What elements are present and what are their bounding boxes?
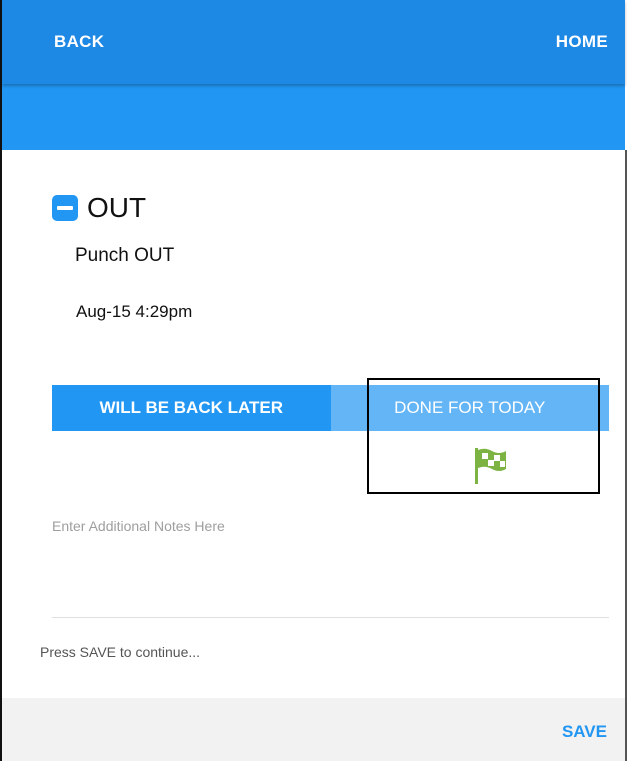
- minus-square-icon: [52, 195, 78, 221]
- save-button[interactable]: SAVE: [562, 722, 607, 742]
- save-hint: Press SAVE to continue...: [40, 644, 201, 660]
- home-button[interactable]: HOME: [556, 32, 608, 52]
- punch-label: Punch OUT: [75, 245, 175, 266]
- status-title: OUT: [87, 192, 147, 223]
- checkered-flag-icon: [475, 448, 506, 484]
- back-button[interactable]: BACK: [54, 32, 104, 52]
- app-header: BACK HOME: [2, 0, 625, 150]
- right-border: [625, 150, 627, 761]
- toolbar: BACK HOME: [2, 0, 625, 84]
- additional-notes-input[interactable]: [52, 508, 609, 618]
- will-be-back-later-button[interactable]: WILL BE BACK LATER: [52, 385, 331, 431]
- punch-timestamp: Aug-15 4:29pm: [76, 302, 193, 321]
- footer-bar: SAVE: [2, 698, 625, 761]
- status-heading: OUT: [52, 192, 146, 224]
- app-screen: BACK HOME OUT Punch OUT Aug-15 4:29pm WI…: [0, 0, 641, 761]
